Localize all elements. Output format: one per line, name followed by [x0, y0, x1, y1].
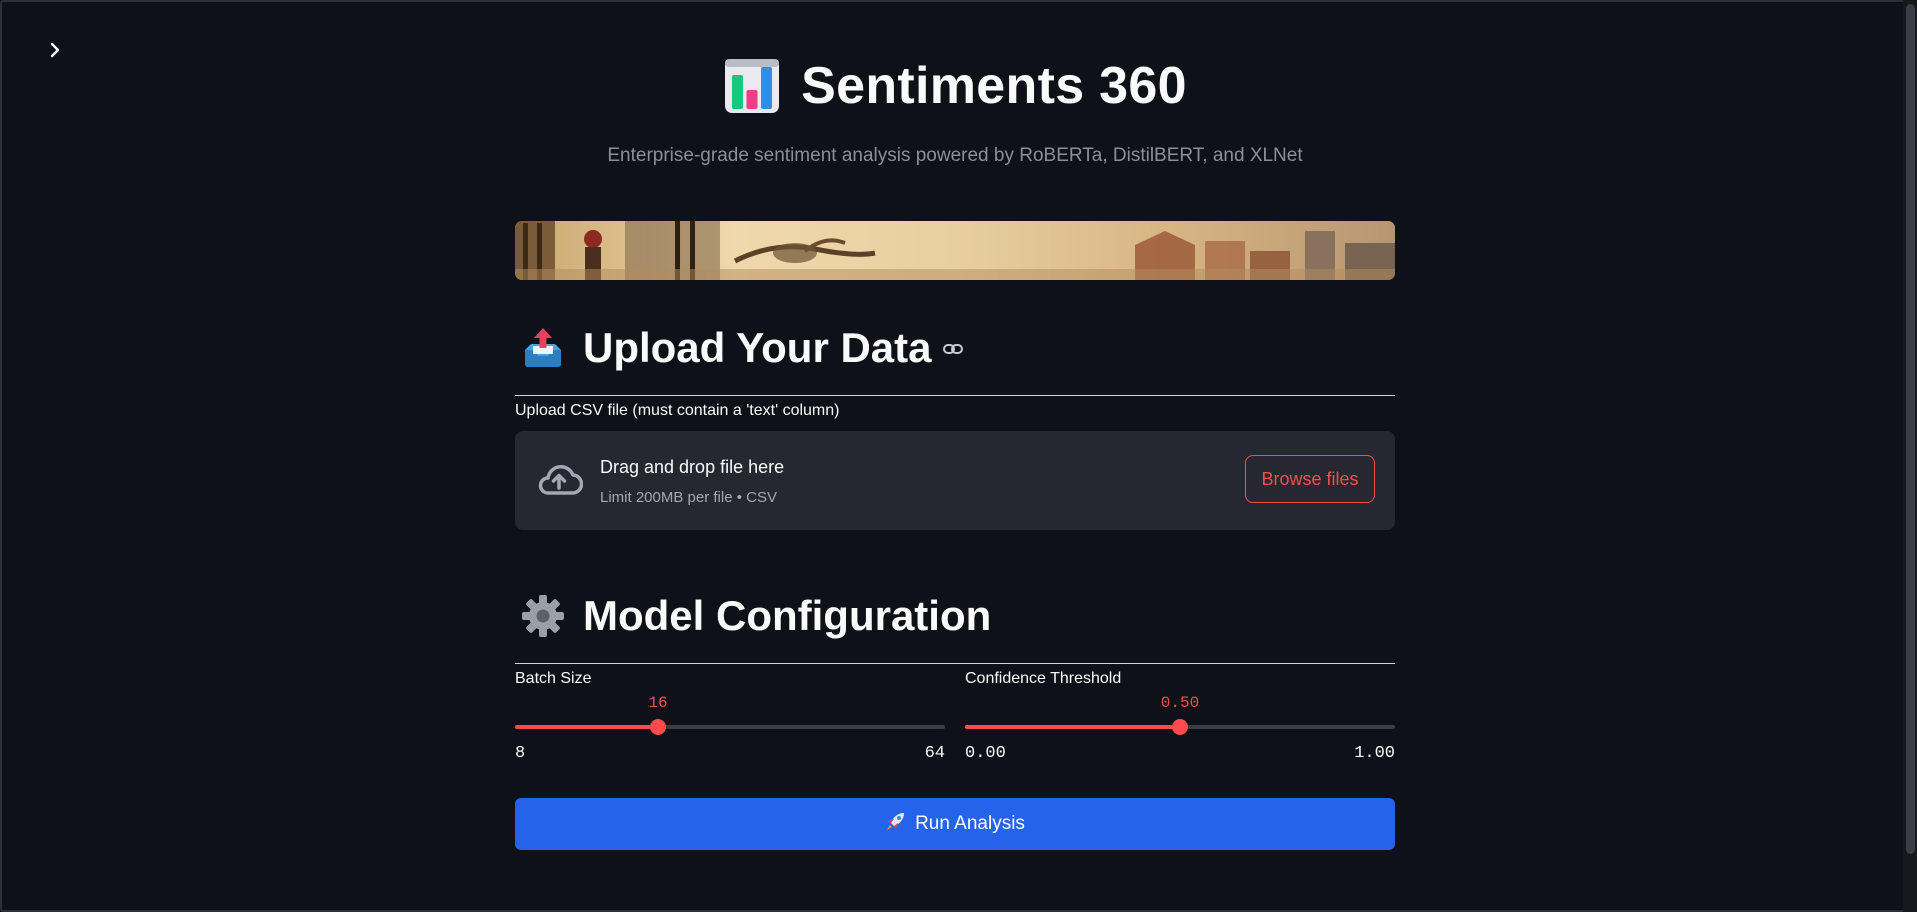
config-section-divider: [515, 663, 1395, 664]
confidence-threshold-label: Confidence Threshold: [965, 670, 1122, 687]
confidence-threshold-max: 1.00: [1354, 744, 1395, 763]
confidence-threshold-min: 0.00: [965, 744, 1006, 763]
config-section-header: Model Configuration: [515, 592, 1395, 640]
batch-size-label: Batch Size: [515, 670, 592, 687]
upload-section-divider: [515, 395, 1395, 396]
page-header: Sentiments 360: [515, 56, 1395, 116]
batch-size-fill: [515, 725, 658, 729]
run-analysis-button[interactable]: Run Analysis: [515, 798, 1395, 850]
confidence-threshold-value: 0.50: [1160, 694, 1200, 712]
cloud-upload-icon: [535, 461, 584, 502]
scrollbar-thumb[interactable]: [1906, 4, 1915, 854]
scrollbar[interactable]: [1903, 0, 1917, 912]
upload-section-header: Upload Your Data: [515, 324, 1395, 372]
confidence-threshold-thumb[interactable]: [1172, 719, 1188, 735]
sidebar-toggle-chevron-right-icon[interactable]: [46, 40, 66, 60]
outbox-tray-icon: [521, 326, 565, 370]
config-section-title: Model Configuration: [583, 592, 992, 639]
batch-size-min: 8: [515, 744, 526, 763]
run-analysis-label: Run Analysis: [915, 813, 1025, 834]
dropzone-hint: Limit 200MB per file • CSV: [600, 489, 777, 506]
browse-files-button[interactable]: Browse files: [1245, 455, 1375, 503]
dropzone-title: Drag and drop file here: [600, 457, 785, 477]
confidence-threshold-fill: [965, 725, 1180, 729]
upload-field-label: Upload CSV file (must contain a 'text' c…: [515, 402, 840, 419]
bar-chart-icon: [723, 57, 781, 115]
page-title: Sentiments 360: [801, 57, 1187, 115]
batch-size-max: 64: [924, 744, 945, 763]
banner-image: [515, 221, 1395, 280]
batch-size-thumb[interactable]: [650, 719, 666, 735]
file-dropzone[interactable]: Drag and drop file here Limit 200MB per …: [515, 431, 1395, 530]
gear-icon: [521, 594, 565, 638]
upload-section-title: Upload Your Data: [583, 324, 932, 371]
page-subtitle: Enterprise-grade sentiment analysis powe…: [607, 145, 1303, 166]
batch-size-value: 16: [648, 694, 668, 712]
link-icon[interactable]: [942, 338, 964, 365]
rocket-icon: [885, 810, 907, 838]
